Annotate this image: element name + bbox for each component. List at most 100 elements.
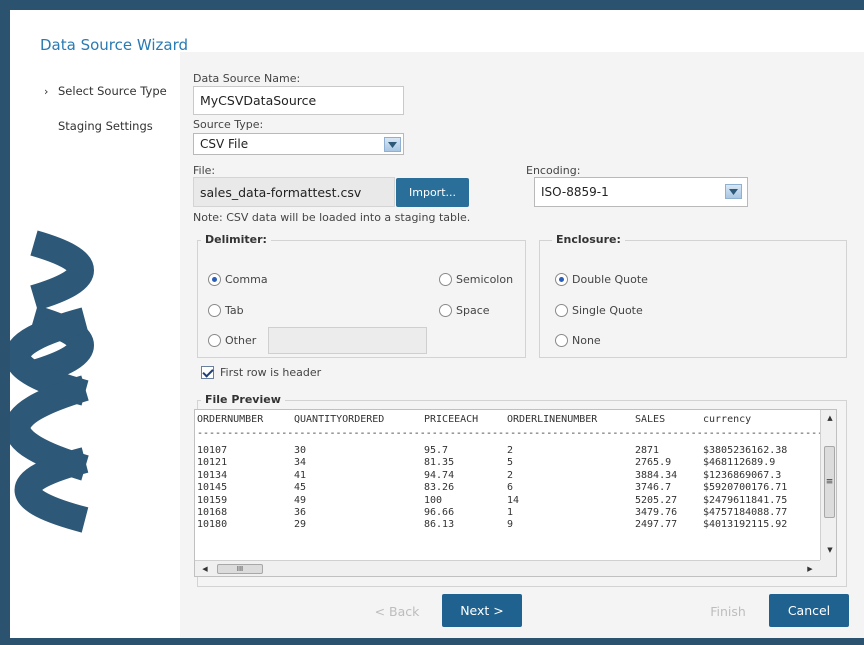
table-cell: 3479.76 xyxy=(635,507,678,518)
enclosure-single-quote-radio[interactable]: Single Quote xyxy=(555,304,643,317)
scroll-down-icon[interactable]: ▼ xyxy=(821,542,836,558)
next-button[interactable]: Next > xyxy=(442,594,522,627)
file-preview-area: ORDERNUMBER QUANTITYORDERED PRICEEACH OR… xyxy=(194,409,837,577)
scroll-right-icon[interactable]: ▶ xyxy=(802,561,818,576)
table-cell: 100 xyxy=(424,494,443,506)
table-row xyxy=(195,532,820,545)
back-button[interactable]: < Back xyxy=(367,596,427,626)
table-cell: $1236869067.3 xyxy=(703,469,782,481)
nav-item-select-source-type[interactable]: › Select Source Type xyxy=(44,84,167,98)
radio-unselected-icon xyxy=(439,304,452,317)
delimiter-semicolon-radio[interactable]: Semicolon xyxy=(439,273,513,286)
preview-separator: ----------------------------------------… xyxy=(197,428,820,439)
table-row: 10180 29 86.13 9 2497.77 $4013192115.92 xyxy=(195,519,820,532)
import-button[interactable]: Import... xyxy=(396,178,469,207)
table-row: 10145 45 83.26 6 3746.7 $5920700176.71 xyxy=(195,482,820,495)
table-cell: 3746.7 xyxy=(635,482,672,494)
nav-item-label: Staging Settings xyxy=(58,119,153,133)
nav-item-staging-settings[interactable]: Staging Settings xyxy=(58,119,153,133)
radio-label: Tab xyxy=(225,304,244,317)
scroll-left-icon[interactable]: ◀ xyxy=(197,561,213,576)
table-cell: $3805236162.38 xyxy=(703,445,788,456)
radio-unselected-icon xyxy=(208,304,221,317)
source-type-value: CSV File xyxy=(200,137,249,151)
radio-label: Comma xyxy=(225,273,268,286)
table-cell: 36 xyxy=(294,507,307,518)
table-cell: 34 xyxy=(294,457,307,469)
table-cell: 10134 xyxy=(197,469,228,481)
chevron-right-icon: › xyxy=(44,85,49,98)
table-cell: 5 xyxy=(507,457,514,469)
nav-item-label: Select Source Type xyxy=(58,84,167,98)
scroll-up-icon[interactable]: ▲ xyxy=(821,410,836,426)
radio-unselected-icon xyxy=(555,304,568,317)
data-source-wizard-dialog: Data Source Wizard › Select Source Type S… xyxy=(10,10,864,638)
radio-unselected-icon xyxy=(208,334,221,347)
table-cell: 1 xyxy=(507,507,514,518)
delimiter-comma-radio[interactable]: Comma xyxy=(208,273,268,286)
data-source-name-label: Data Source Name: xyxy=(193,72,301,85)
wizard-title: Data Source Wizard xyxy=(40,36,189,54)
delimiter-tab-radio[interactable]: Tab xyxy=(208,304,244,317)
preview-header-cell: QUANTITYORDERED xyxy=(294,414,385,425)
radio-unselected-icon xyxy=(555,334,568,347)
chevron-down-icon[interactable] xyxy=(725,184,742,199)
window-frame-left xyxy=(0,0,10,645)
source-type-select[interactable]: CSV File xyxy=(193,133,404,155)
table-cell: 30 xyxy=(294,445,307,456)
enclosure-none-radio[interactable]: None xyxy=(555,334,601,347)
table-cell: 9 xyxy=(507,519,514,531)
delimiter-title: Delimiter: xyxy=(201,233,271,246)
encoding-select[interactable]: ISO-8859-1 xyxy=(534,177,748,207)
horizontal-scrollbar[interactable]: ◀ III ▶ xyxy=(195,560,820,576)
table-cell: 10107 xyxy=(197,445,228,456)
cancel-button[interactable]: Cancel xyxy=(769,594,849,627)
table-cell: 45 xyxy=(294,482,307,494)
chevron-down-icon[interactable] xyxy=(384,137,401,152)
table-cell: 81.35 xyxy=(424,457,455,469)
data-source-name-input[interactable]: MyCSVDataSource xyxy=(193,86,404,115)
table-cell: 14 xyxy=(507,494,520,506)
source-type-label: Source Type: xyxy=(193,118,264,131)
table-row: 10107 30 95.7 2 2871 $3805236162.38 xyxy=(195,445,820,458)
table-cell: 96.66 xyxy=(424,507,455,518)
table-cell: 83.26 xyxy=(424,482,455,494)
table-cell: 10121 xyxy=(197,457,228,469)
table-cell: $468112689.9 xyxy=(703,457,776,469)
delimiter-other-radio[interactable]: Other xyxy=(208,334,256,347)
radio-label: Other xyxy=(225,334,257,347)
preview-header-cell: ORDERNUMBER xyxy=(197,414,264,425)
table-cell: 10145 xyxy=(197,482,228,494)
table-cell: 10168 xyxy=(197,507,228,518)
file-path-field: sales_data-formattest.csv xyxy=(193,177,395,207)
vertical-scroll-thumb[interactable]: ≡ xyxy=(824,446,835,518)
horizontal-scroll-thumb[interactable]: III xyxy=(217,564,263,574)
table-cell: $5920700176.71 xyxy=(703,482,788,494)
vertical-scrollbar[interactable]: ▲ ≡ ▼ xyxy=(820,410,836,560)
table-cell: 5205.27 xyxy=(635,494,678,506)
table-cell: 2765.9 xyxy=(635,457,672,469)
table-cell: 10180 xyxy=(197,519,228,531)
radio-label: Space xyxy=(456,304,490,317)
radio-unselected-icon xyxy=(439,273,452,286)
checkbox-label: First row is header xyxy=(220,366,322,379)
table-cell: $4757184088.77 xyxy=(703,507,788,518)
table-cell: 2871 xyxy=(635,445,660,456)
file-label: File: xyxy=(193,164,216,177)
radio-label: Double Quote xyxy=(572,273,648,286)
radio-label: Semicolon xyxy=(456,273,514,286)
preview-header-cell: PRICEEACH xyxy=(424,414,479,425)
window-frame-bottom xyxy=(0,638,864,645)
finish-button[interactable]: Finish xyxy=(698,596,758,626)
radio-label: Single Quote xyxy=(572,304,643,317)
csv-note: Note: CSV data will be loaded into a sta… xyxy=(193,211,471,224)
table-row: 10134 41 94.74 2 3884.34 $1236869067.3 xyxy=(195,470,820,483)
first-row-header-checkbox[interactable]: First row is header xyxy=(201,366,321,379)
enclosure-double-quote-radio[interactable]: Double Quote xyxy=(555,273,648,286)
table-row: 10168 36 96.66 1 3479.76 $4757184088.77 xyxy=(195,507,820,520)
delimiter-space-radio[interactable]: Space xyxy=(439,304,490,317)
table-cell: $2479611841.75 xyxy=(703,494,788,506)
other-delimiter-input[interactable] xyxy=(268,327,427,354)
radio-selected-icon xyxy=(208,273,221,286)
preview-header-cell: currency xyxy=(703,414,752,425)
